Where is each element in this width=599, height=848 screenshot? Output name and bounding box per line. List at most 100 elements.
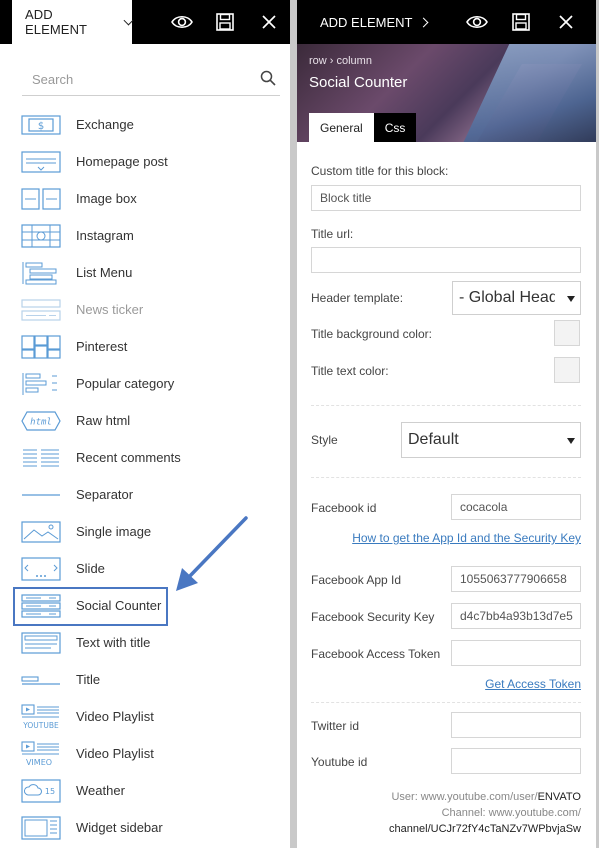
list-item-label: List Menu [76,265,133,280]
twitter-id-label: Twitter id [311,719,360,733]
list-item[interactable]: Instagram [0,217,290,254]
raw-html-icon: html [20,408,62,434]
youtube-note-line: User: www.youtube.com/user/ENVATO [389,789,581,805]
security-key-help-link[interactable]: How to get the App Id and the Security K… [352,531,581,545]
list-item-label: Pinterest [76,339,128,354]
separator-icon [20,482,62,508]
list-item[interactable]: Popular category [0,365,290,402]
title-text-color-swatch[interactable] [554,357,580,383]
youtube-note-channel: Channel: www.youtube.com/ [441,807,581,819]
preview-eye-icon[interactable] [166,0,198,44]
youtube-id-label: Youtube id [311,755,368,769]
list-item-label: Image box [76,191,137,206]
single-image-icon [20,519,62,545]
header-template-label: Header template: [311,291,404,305]
list-item-label: Exchange [76,117,134,132]
title-text-color-label: Title text color: [311,364,389,378]
list-item[interactable]: Homepage post [0,143,290,180]
list-item[interactable]: YOUTUBE Video Playlist [0,698,290,735]
youtube-note-user-name: ENVATO [537,791,581,803]
recent-comments-icon [20,445,62,471]
save-icon[interactable] [505,0,537,44]
svg-text:VIMEO: VIMEO [26,758,52,767]
list-item-label: Title [76,672,101,687]
settings-tabs: General Css [309,113,417,142]
list-item[interactable]: html Raw html [0,402,290,439]
header-template-select[interactable]: - Global Head [452,281,581,315]
facebook-app-id-input[interactable]: 1055063777906658 [451,566,581,592]
instagram-icon [20,223,62,249]
custom-title-input[interactable]: Block title [311,185,581,211]
title-background-color-label: Title background color: [311,327,432,341]
style-value: Default [408,431,459,448]
style-select[interactable]: Default [401,422,581,458]
video-playlist-vimeo-icon: VIMEO [20,740,62,767]
tab-general[interactable]: General [309,113,374,142]
image-box-icon [20,186,62,212]
list-item-label: Homepage post [76,154,168,169]
preview-eye-icon[interactable] [461,0,493,44]
list-item-label: Single image [76,524,152,539]
list-item[interactable]: VIMEO Video Playlist [0,735,290,772]
search-icon[interactable] [260,70,276,91]
svg-text:$: $ [38,121,44,132]
list-item[interactable]: Single image [0,513,290,550]
search-box [22,64,280,96]
list-item[interactable]: Recent comments [0,439,290,476]
youtube-note-user-prefix: User: www.youtube.com/user/ [391,791,538,803]
facebook-access-token-label: Facebook Access Token [311,647,441,661]
list-item-label: Separator [76,487,134,502]
list-item[interactable]: 15 Weather [0,772,290,809]
add-element-button[interactable]: ADD ELEMENT [320,0,429,44]
add-element-label: ADD ELEMENT [25,7,88,37]
facebook-security-key-label: Facebook Security Key [311,610,435,624]
search-input[interactable] [22,64,242,94]
header-template-value: - Global Head [459,289,558,306]
add-element-dropdown[interactable]: ADD ELEMENT [12,0,134,44]
element-list: $ Exchange Homepage post Image box Insta… [0,106,290,846]
list-item[interactable]: Image box [0,180,290,217]
facebook-id-input[interactable]: cocacola [451,494,581,520]
list-item-label: Slide [76,561,105,576]
add-element-panel: ADD ELEMENT $ Exchange [0,0,290,848]
save-icon[interactable] [209,0,241,44]
tab-css[interactable]: Css [373,113,417,142]
text-with-title-icon [20,630,62,656]
youtube-note-channel-id: channel/UCJr72fY4cTaNZv7WPbvjaSw [389,823,581,835]
close-icon[interactable] [550,0,582,44]
get-access-token-link[interactable]: Get Access Token [485,677,581,691]
list-item[interactable]: Separator [0,476,290,513]
close-icon[interactable] [253,0,285,44]
list-item-label: Raw html [76,413,131,428]
list-item[interactable]: Slide [0,550,290,587]
list-item-label: Recent comments [76,450,181,465]
svg-text:15: 15 [45,787,55,796]
svg-text:html: html [30,417,52,427]
dropdown-arrow-icon [567,296,575,302]
twitter-id-input[interactable] [451,712,581,738]
list-item[interactable]: $ Exchange [0,106,290,143]
list-item[interactable]: News ticker [0,291,290,328]
facebook-id-label: Facebook id [311,501,377,515]
list-item-label: Video Playlist [76,746,154,761]
news-ticker-icon [20,297,62,323]
facebook-app-id-label: Facebook App Id [311,573,402,587]
youtube-id-input[interactable] [451,748,581,774]
list-item[interactable]: Title [0,661,290,698]
title-url-input[interactable] [311,247,581,273]
svg-text:YOUTUBE: YOUTUBE [22,721,59,730]
section-divider [311,405,581,406]
facebook-access-token-input[interactable] [451,640,581,666]
right-toolbar: ADD ELEMENT [297,0,596,44]
list-item[interactable]: List Menu [0,254,290,291]
custom-title-label: Custom title for this block: [311,164,449,178]
chevron-right-icon [419,17,429,27]
facebook-security-key-input[interactable]: d4c7bb4a93b13d7e5 [451,603,581,629]
title-background-color-swatch[interactable] [554,320,580,346]
list-item[interactable]: Pinterest [0,328,290,365]
chevron-down-icon [123,15,134,25]
list-item[interactable]: Widget sidebar [0,809,290,846]
list-item[interactable]: Text with title [0,624,290,661]
element-settings-panel: ADD ELEMENT row › column Social Counter … [297,0,596,848]
style-label: Style [311,433,338,447]
